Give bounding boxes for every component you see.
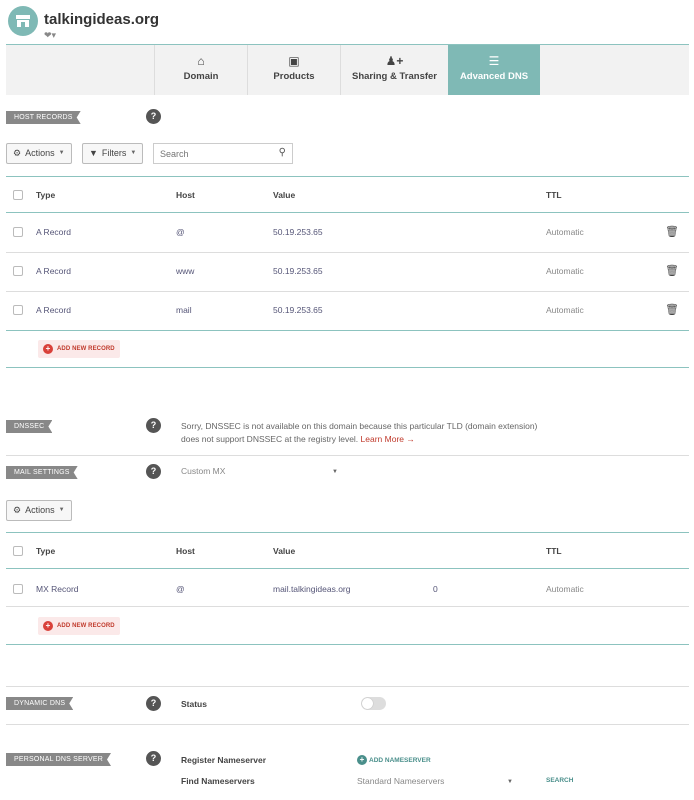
record-host[interactable]: www — [176, 266, 194, 276]
select-all-checkbox[interactable] — [13, 546, 23, 556]
divider — [6, 212, 689, 213]
status-label: Status — [181, 699, 207, 709]
trash-icon[interactable]: 🗑 — [665, 225, 679, 238]
mail-actions-button[interactable]: ⚙ Actions ▼ — [6, 500, 72, 521]
search-box: ⚲ — [153, 143, 293, 164]
column-type: Type — [36, 190, 56, 200]
section-tag-host-records: HOST RECORDS — [6, 111, 81, 124]
record-type[interactable]: A Record — [36, 266, 71, 276]
divider — [6, 724, 689, 725]
find-nameservers-label: Find Nameservers — [181, 776, 255, 786]
divider — [6, 686, 689, 687]
record-value[interactable]: 50.19.253.65 — [273, 227, 323, 237]
column-ttl: TTL — [546, 190, 562, 200]
help-icon[interactable]: ? — [146, 464, 161, 479]
register-nameserver-label: Register Nameserver — [181, 755, 267, 765]
box-icon: ▣ — [288, 54, 300, 68]
record-type[interactable]: A Record — [36, 305, 71, 315]
divider — [6, 252, 689, 253]
help-icon[interactable]: ? — [146, 109, 161, 124]
storefront-icon — [16, 15, 30, 27]
user-plus-icon: ♟+ — [385, 54, 404, 68]
plus-icon: + — [43, 621, 53, 631]
mx-record-ttl[interactable]: Automatic — [546, 584, 584, 594]
row-checkbox[interactable] — [13, 305, 23, 315]
add-nameserver-button[interactable]: + ADD NAMESERVER — [357, 755, 431, 765]
record-ttl[interactable]: Automatic — [546, 227, 584, 237]
gear-icon: ⚙ — [13, 505, 22, 515]
record-value[interactable]: 50.19.253.65 — [273, 305, 323, 315]
server-icon: ☰ — [488, 54, 500, 68]
divider — [6, 644, 689, 645]
record-host[interactable]: @ — [176, 227, 185, 237]
row-checkbox[interactable] — [13, 584, 23, 594]
nameserver-type-select[interactable]: Standard Nameservers ▼ — [357, 776, 513, 790]
mx-record-type[interactable]: MX Record — [36, 584, 79, 594]
column-value: Value — [273, 190, 296, 200]
domain-title: talkingideas.org — [44, 11, 160, 28]
record-host[interactable]: mail — [176, 305, 192, 315]
record-value[interactable]: 50.19.253.65 — [273, 266, 323, 276]
record-type[interactable]: A Record — [36, 227, 71, 237]
learn-more-link[interactable]: Learn More → — [361, 434, 415, 444]
column-type: Type — [36, 546, 56, 556]
divider — [6, 568, 689, 569]
dnssec-note: Sorry, DNSSEC is not available on this d… — [181, 421, 538, 444]
select-all-checkbox[interactable] — [13, 190, 23, 200]
divider — [6, 367, 689, 368]
trash-icon[interactable]: 🗑 — [665, 303, 679, 316]
trash-icon[interactable]: 🗑 — [665, 264, 679, 277]
heart-icon[interactable]: ❤▾ — [44, 30, 56, 41]
tab-advanced-dns[interactable]: ☰ Advanced DNS — [448, 45, 540, 95]
filters-button[interactable]: ▼ Filters ▼ — [82, 143, 144, 164]
section-tag-personal-dns: PERSONAL DNS SERVER — [6, 753, 111, 766]
plus-icon: + — [43, 344, 53, 354]
divider — [6, 532, 689, 533]
mx-record-priority[interactable]: 0 — [433, 584, 438, 594]
section-tag-mail-settings: MAIL SETTINGS — [6, 466, 78, 479]
column-host: Host — [176, 190, 195, 200]
divider — [6, 291, 689, 292]
search-icon[interactable]: ⚲ — [279, 147, 286, 158]
chevron-down-icon: ▼ — [332, 469, 338, 475]
chevron-down-icon: ▼ — [507, 779, 513, 785]
actions-button[interactable]: ⚙ Actions ▼ — [6, 143, 72, 164]
chevron-down-icon: ▼ — [58, 150, 65, 156]
record-ttl[interactable]: Automatic — [546, 305, 584, 315]
dynamic-dns-toggle[interactable] — [361, 697, 386, 710]
help-icon[interactable]: ? — [146, 418, 161, 433]
row-checkbox[interactable] — [13, 266, 23, 276]
divider — [6, 606, 689, 607]
column-ttl: TTL — [546, 546, 562, 556]
tab-bar: ⌂ Domain ▣ Products ♟+ Sharing & Transfe… — [6, 44, 689, 95]
mail-settings-select[interactable]: Custom MX ▼ — [181, 466, 338, 480]
mx-record-value[interactable]: mail.talkingideas.org — [273, 584, 350, 594]
plus-icon: + — [357, 755, 367, 765]
gear-icon: ⚙ — [13, 148, 22, 158]
add-new-mx-record-button[interactable]: + ADD NEW RECORD — [38, 617, 120, 635]
section-tag-dnssec: DNSSEC — [6, 420, 52, 433]
divider — [6, 455, 689, 456]
divider — [6, 330, 689, 331]
add-new-record-button[interactable]: + ADD NEW RECORD — [38, 340, 120, 358]
mx-record-host[interactable]: @ — [176, 584, 185, 594]
help-icon[interactable]: ? — [146, 751, 161, 766]
row-checkbox[interactable] — [13, 227, 23, 237]
tab-products[interactable]: ▣ Products — [247, 45, 340, 95]
column-host: Host — [176, 546, 195, 556]
tab-domain[interactable]: ⌂ Domain — [154, 45, 247, 95]
chevron-down-icon: ▼ — [130, 150, 137, 156]
column-value: Value — [273, 546, 296, 556]
section-tag-dynamic-dns: DYNAMIC DNS — [6, 697, 73, 710]
help-icon[interactable]: ? — [146, 696, 161, 711]
filter-icon: ▼ — [89, 148, 98, 158]
search-nameservers-button[interactable]: SEARCH — [546, 777, 573, 784]
search-input[interactable] — [160, 144, 270, 163]
home-icon: ⌂ — [197, 54, 205, 68]
record-ttl[interactable]: Automatic — [546, 266, 584, 276]
domain-logo — [8, 6, 38, 36]
divider — [6, 176, 689, 177]
tab-sharing-transfer[interactable]: ♟+ Sharing & Transfer — [340, 45, 448, 95]
chevron-down-icon: ▼ — [58, 507, 65, 513]
